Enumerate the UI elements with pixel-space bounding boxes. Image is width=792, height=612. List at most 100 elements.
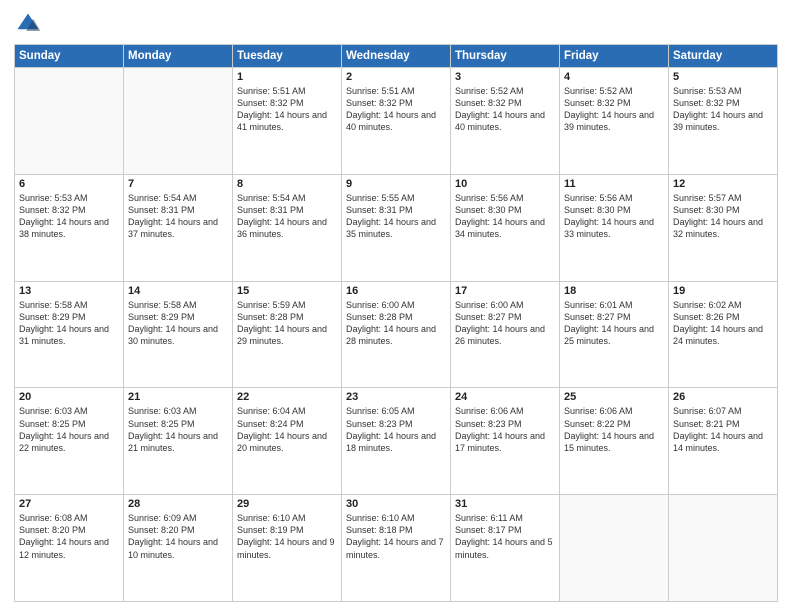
cell-info: Sunrise: 5:54 AM Sunset: 8:31 PM Dayligh… bbox=[128, 192, 228, 241]
calendar-header-tuesday: Tuesday bbox=[233, 45, 342, 68]
cell-day-number: 26 bbox=[673, 391, 773, 403]
cell-info: Sunrise: 6:03 AM Sunset: 8:25 PM Dayligh… bbox=[128, 405, 228, 454]
cell-day-number: 14 bbox=[128, 285, 228, 297]
cell-info: Sunrise: 5:53 AM Sunset: 8:32 PM Dayligh… bbox=[673, 85, 773, 134]
cell-day-number: 18 bbox=[564, 285, 664, 297]
logo-icon bbox=[14, 10, 42, 38]
calendar-header-monday: Monday bbox=[124, 45, 233, 68]
calendar-cell: 21 Sunrise: 6:03 AM Sunset: 8:25 PM Dayli… bbox=[124, 388, 233, 495]
calendar-cell: 8Sunrise: 5:54 AM Sunset: 8:31 PM Daylig… bbox=[233, 174, 342, 281]
calendar-header-thursday: Thursday bbox=[451, 45, 560, 68]
cell-info: Sunrise: 5:57 AM Sunset: 8:30 PM Dayligh… bbox=[673, 192, 773, 241]
cell-info: Sunrise: 6:10 AM Sunset: 8:19 PM Dayligh… bbox=[237, 512, 337, 561]
cell-info: Sunrise: 6:00 AM Sunset: 8:27 PM Dayligh… bbox=[455, 299, 555, 348]
cell-day-number: 7 bbox=[128, 178, 228, 190]
cell-info: Sunrise: 5:53 AM Sunset: 8:32 PM Dayligh… bbox=[19, 192, 119, 241]
cell-day-number: 12 bbox=[673, 178, 773, 190]
cell-day-number: 11 bbox=[564, 178, 664, 190]
cell-day-number: 23 bbox=[346, 391, 446, 403]
calendar-cell: 15 Sunrise: 5:59 AM Sunset: 8:28 PM Dayli… bbox=[233, 281, 342, 388]
calendar-cell: 2Sunrise: 5:51 AM Sunset: 8:32 PM Daylig… bbox=[342, 68, 451, 175]
calendar-week-5: 27 Sunrise: 6:08 AM Sunset: 8:20 PM Dayli… bbox=[15, 495, 778, 602]
calendar-cell: 17 Sunrise: 6:00 AM Sunset: 8:27 PM Dayli… bbox=[451, 281, 560, 388]
calendar-cell bbox=[15, 68, 124, 175]
calendar-cell: 31 Sunrise: 6:11 AM Sunset: 8:17 PM Dayli… bbox=[451, 495, 560, 602]
cell-day-number: 28 bbox=[128, 498, 228, 510]
cell-info: Sunrise: 5:52 AM Sunset: 8:32 PM Dayligh… bbox=[564, 85, 664, 134]
calendar-header-friday: Friday bbox=[560, 45, 669, 68]
cell-info: Sunrise: 6:02 AM Sunset: 8:26 PM Dayligh… bbox=[673, 299, 773, 348]
cell-info: Sunrise: 6:11 AM Sunset: 8:17 PM Dayligh… bbox=[455, 512, 555, 561]
cell-day-number: 25 bbox=[564, 391, 664, 403]
calendar-header-sunday: Sunday bbox=[15, 45, 124, 68]
calendar-cell: 10 Sunrise: 5:56 AM Sunset: 8:30 PM Dayli… bbox=[451, 174, 560, 281]
cell-info: Sunrise: 5:52 AM Sunset: 8:32 PM Dayligh… bbox=[455, 85, 555, 134]
cell-day-number: 10 bbox=[455, 178, 555, 190]
calendar-cell: 1 Sunrise: 5:51 AM Sunset: 8:32 PM Daylig… bbox=[233, 68, 342, 175]
calendar-cell: 26Sunrise: 6:07 AM Sunset: 8:21 PM Dayli… bbox=[669, 388, 778, 495]
cell-info: Sunrise: 6:06 AM Sunset: 8:22 PM Dayligh… bbox=[564, 405, 664, 454]
calendar-week-4: 20Sunrise: 6:03 AM Sunset: 8:25 PM Dayli… bbox=[15, 388, 778, 495]
cell-info: Sunrise: 5:58 AM Sunset: 8:29 PM Dayligh… bbox=[128, 299, 228, 348]
calendar-header-wednesday: Wednesday bbox=[342, 45, 451, 68]
cell-day-number: 15 bbox=[237, 285, 337, 297]
cell-day-number: 9 bbox=[346, 178, 446, 190]
calendar-cell bbox=[560, 495, 669, 602]
cell-day-number: 17 bbox=[455, 285, 555, 297]
cell-day-number: 29 bbox=[237, 498, 337, 510]
page: SundayMondayTuesdayWednesdayThursdayFrid… bbox=[0, 0, 792, 612]
cell-day-number: 4 bbox=[564, 71, 664, 83]
calendar-header-row: SundayMondayTuesdayWednesdayThursdayFrid… bbox=[15, 45, 778, 68]
cell-day-number: 1 bbox=[237, 71, 337, 83]
calendar-cell: 5 Sunrise: 5:53 AM Sunset: 8:32 PM Daylig… bbox=[669, 68, 778, 175]
calendar-cell: 29 Sunrise: 6:10 AM Sunset: 8:19 PM Dayli… bbox=[233, 495, 342, 602]
header bbox=[14, 10, 778, 38]
cell-day-number: 21 bbox=[128, 391, 228, 403]
calendar-cell: 23 Sunrise: 6:05 AM Sunset: 8:23 PM Dayli… bbox=[342, 388, 451, 495]
cell-day-number: 16 bbox=[346, 285, 446, 297]
calendar-cell: 28 Sunrise: 6:09 AM Sunset: 8:20 PM Dayli… bbox=[124, 495, 233, 602]
calendar-cell: 6 Sunrise: 5:53 AM Sunset: 8:32 PM Daylig… bbox=[15, 174, 124, 281]
cell-day-number: 27 bbox=[19, 498, 119, 510]
calendar-cell: 7 Sunrise: 5:54 AM Sunset: 8:31 PM Daylig… bbox=[124, 174, 233, 281]
cell-info: Sunrise: 5:51 AM Sunset: 8:32 PM Dayligh… bbox=[237, 85, 337, 134]
calendar-cell: 4 Sunrise: 5:52 AM Sunset: 8:32 PM Daylig… bbox=[560, 68, 669, 175]
cell-info: Sunrise: 6:04 AM Sunset: 8:24 PM Dayligh… bbox=[237, 405, 337, 454]
cell-day-number: 8 bbox=[237, 178, 337, 190]
cell-info: Sunrise: 6:08 AM Sunset: 8:20 PM Dayligh… bbox=[19, 512, 119, 561]
cell-info: Sunrise: 6:10 AM Sunset: 8:18 PM Dayligh… bbox=[346, 512, 446, 561]
cell-day-number: 24 bbox=[455, 391, 555, 403]
cell-day-number: 6 bbox=[19, 178, 119, 190]
cell-info: Sunrise: 5:51 AM Sunset: 8:32 PM Dayligh… bbox=[346, 85, 446, 134]
calendar-header-saturday: Saturday bbox=[669, 45, 778, 68]
calendar-cell: 27 Sunrise: 6:08 AM Sunset: 8:20 PM Dayli… bbox=[15, 495, 124, 602]
calendar-week-1: 1 Sunrise: 5:51 AM Sunset: 8:32 PM Daylig… bbox=[15, 68, 778, 175]
calendar-cell bbox=[669, 495, 778, 602]
cell-day-number: 5 bbox=[673, 71, 773, 83]
cell-info: Sunrise: 5:59 AM Sunset: 8:28 PM Dayligh… bbox=[237, 299, 337, 348]
cell-info: Sunrise: 5:55 AM Sunset: 8:31 PM Dayligh… bbox=[346, 192, 446, 241]
calendar-cell: 14 Sunrise: 5:58 AM Sunset: 8:29 PM Dayli… bbox=[124, 281, 233, 388]
calendar-cell: 3 Sunrise: 5:52 AM Sunset: 8:32 PM Daylig… bbox=[451, 68, 560, 175]
cell-info: Sunrise: 5:58 AM Sunset: 8:29 PM Dayligh… bbox=[19, 299, 119, 348]
cell-day-number: 19 bbox=[673, 285, 773, 297]
calendar-cell: 25 Sunrise: 6:06 AM Sunset: 8:22 PM Dayli… bbox=[560, 388, 669, 495]
calendar-cell: 12 Sunrise: 5:57 AM Sunset: 8:30 PM Dayli… bbox=[669, 174, 778, 281]
calendar-week-2: 6 Sunrise: 5:53 AM Sunset: 8:32 PM Daylig… bbox=[15, 174, 778, 281]
calendar-cell: 18Sunrise: 6:01 AM Sunset: 8:27 PM Dayli… bbox=[560, 281, 669, 388]
cell-info: Sunrise: 6:05 AM Sunset: 8:23 PM Dayligh… bbox=[346, 405, 446, 454]
logo bbox=[14, 10, 46, 38]
cell-day-number: 31 bbox=[455, 498, 555, 510]
cell-info: Sunrise: 6:06 AM Sunset: 8:23 PM Dayligh… bbox=[455, 405, 555, 454]
calendar-cell: 19 Sunrise: 6:02 AM Sunset: 8:26 PM Dayli… bbox=[669, 281, 778, 388]
cell-day-number: 30 bbox=[346, 498, 446, 510]
calendar-cell: 22Sunrise: 6:04 AM Sunset: 8:24 PM Dayli… bbox=[233, 388, 342, 495]
calendar-cell bbox=[124, 68, 233, 175]
cell-day-number: 3 bbox=[455, 71, 555, 83]
calendar-cell: 16 Sunrise: 6:00 AM Sunset: 8:28 PM Dayli… bbox=[342, 281, 451, 388]
calendar-cell: 20Sunrise: 6:03 AM Sunset: 8:25 PM Dayli… bbox=[15, 388, 124, 495]
cell-info: Sunrise: 5:56 AM Sunset: 8:30 PM Dayligh… bbox=[455, 192, 555, 241]
cell-info: Sunrise: 6:00 AM Sunset: 8:28 PM Dayligh… bbox=[346, 299, 446, 348]
cell-info: Sunrise: 5:56 AM Sunset: 8:30 PM Dayligh… bbox=[564, 192, 664, 241]
cell-info: Sunrise: 6:09 AM Sunset: 8:20 PM Dayligh… bbox=[128, 512, 228, 561]
